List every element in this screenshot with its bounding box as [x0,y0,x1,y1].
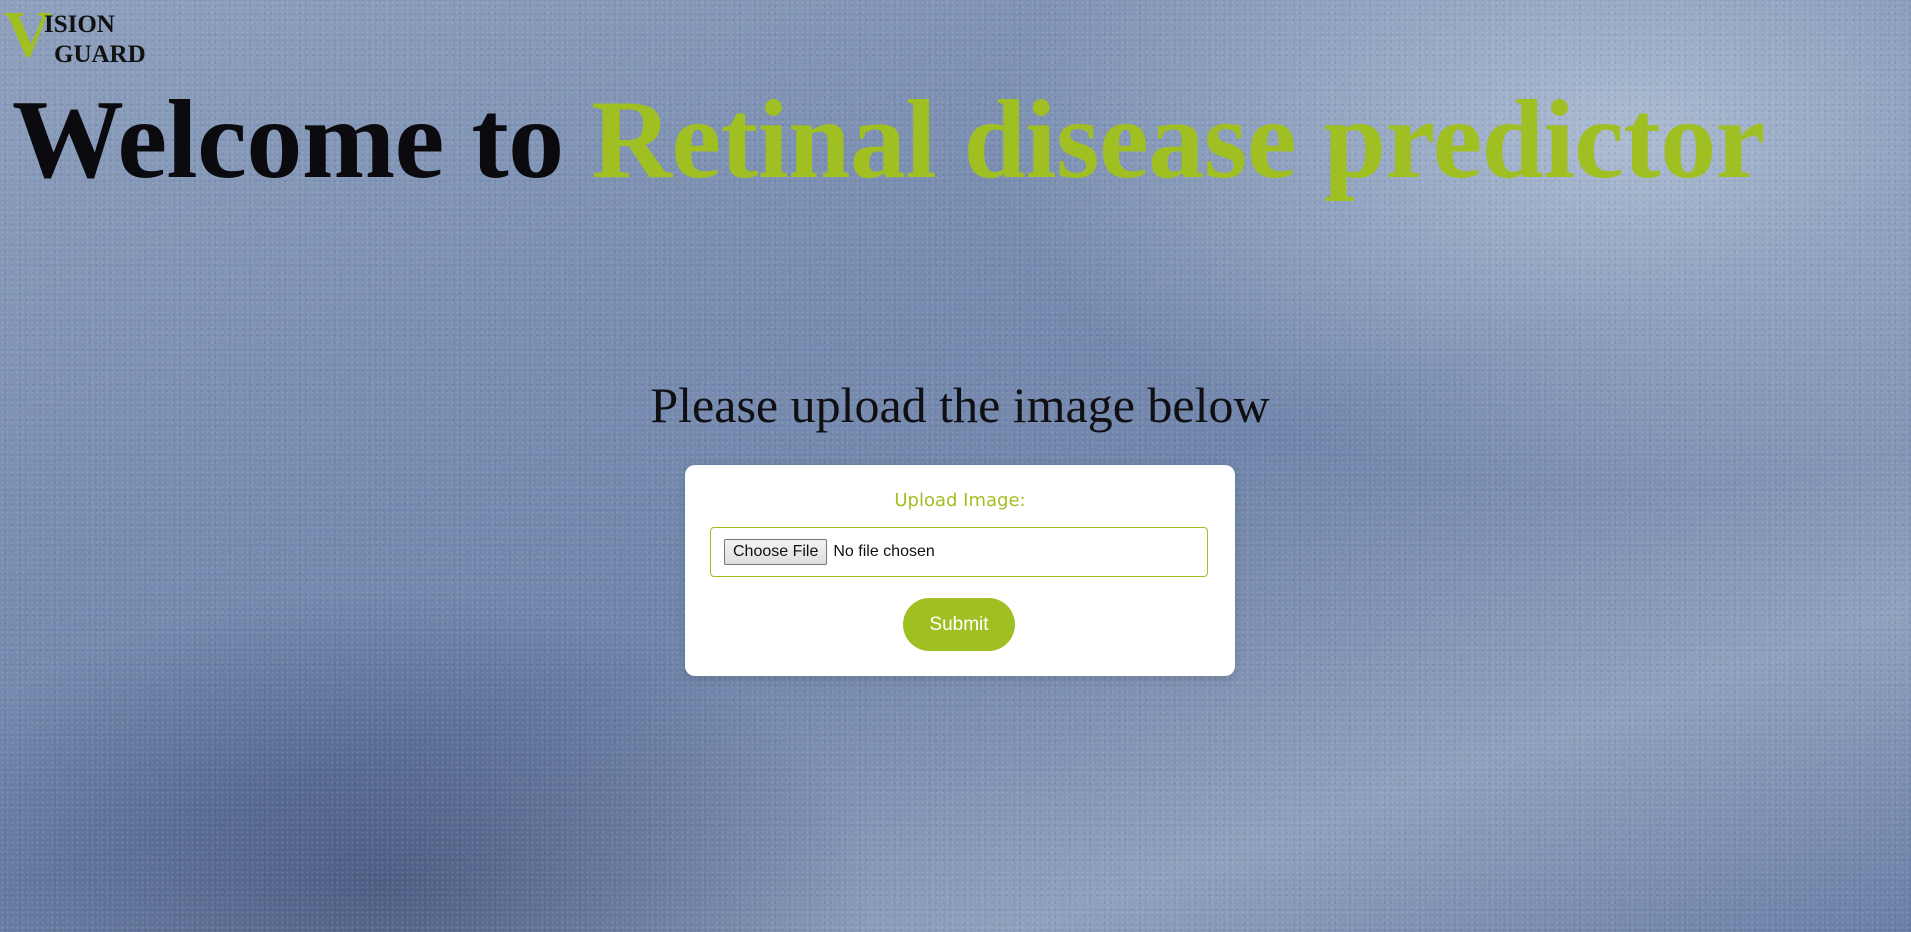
vision-guard-logo: V ISION GUARD [4,2,174,70]
upload-instructions: Please upload the image below [650,377,1270,433]
choose-file-button[interactable]: Choose File [724,539,828,565]
logo-text-vision: ISION [44,11,115,38]
upload-form-card: Upload Image: Choose File No file chosen… [685,465,1235,676]
file-status-text: No file chosen [833,543,935,560]
page-title: Welcome to Retinal disease predictor [12,81,1765,200]
page-title-app-name: Retinal disease predictor [591,78,1765,202]
submit-button[interactable]: Submit [903,598,1015,651]
upload-image-label: Upload Image: [894,490,1026,511]
file-input[interactable]: Choose File No file chosen [710,527,1208,577]
page-title-welcome: Welcome to [12,78,592,202]
logo-text-guard: GUARD [54,41,146,68]
